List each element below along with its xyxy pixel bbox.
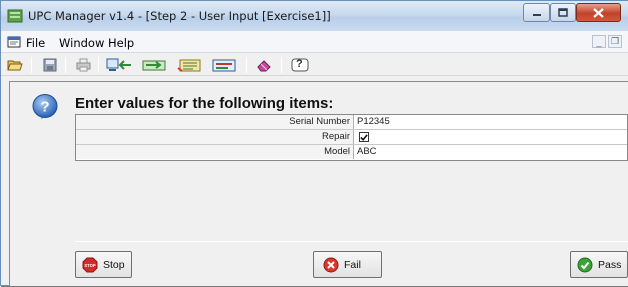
settings-button[interactable] bbox=[209, 56, 239, 74]
toolbar-separator bbox=[31, 57, 32, 73]
stop-icon: STOP bbox=[82, 257, 98, 272]
pass-icon bbox=[577, 257, 593, 272]
mdi-minimize-button[interactable]: _ bbox=[592, 35, 606, 48]
grid-row-repair: Repair bbox=[76, 130, 627, 145]
grid-row-model: Model ABC bbox=[76, 145, 627, 160]
question-icon: ? bbox=[32, 94, 58, 119]
checkmark-icon bbox=[360, 133, 368, 141]
repair-checkbox[interactable] bbox=[359, 132, 369, 142]
help-button-glyph: ? bbox=[296, 58, 303, 70]
window-title: UPC Manager v1.4 - [Step 2 - User Input … bbox=[28, 9, 331, 23]
minimize-button[interactable] bbox=[523, 3, 550, 22]
maximize-icon bbox=[558, 8, 568, 17]
toolbar-separator bbox=[281, 57, 282, 73]
help-button[interactable]: ? bbox=[289, 56, 311, 74]
toolbar: ? bbox=[1, 54, 628, 76]
field-label: Model bbox=[76, 145, 354, 159]
open-folder-icon bbox=[7, 60, 23, 71]
field-label: Serial Number bbox=[76, 115, 354, 129]
stop-button-label: Stop bbox=[103, 258, 125, 271]
toolbar-separator bbox=[65, 57, 66, 73]
open-folder-button[interactable] bbox=[4, 56, 26, 74]
fail-icon bbox=[323, 257, 339, 272]
model-field[interactable]: ABC bbox=[357, 145, 377, 159]
list-button[interactable] bbox=[175, 56, 205, 74]
export-button[interactable] bbox=[139, 56, 169, 74]
import-button[interactable] bbox=[105, 56, 135, 74]
fail-button[interactable]: Fail bbox=[313, 251, 382, 278]
toolbar-separator bbox=[246, 57, 247, 73]
menu-window[interactable]: Window bbox=[59, 36, 104, 50]
eraser-icon bbox=[257, 60, 271, 72]
title-bar[interactable]: UPC Manager v1.4 - [Step 2 - User Input … bbox=[1, 1, 628, 31]
import-icon bbox=[106, 58, 131, 71]
fail-button-label: Fail bbox=[344, 258, 361, 271]
grid-row-serial-number: Serial Number P12345 bbox=[76, 115, 627, 130]
app-window: UPC Manager v1.4 - [Step 2 - User Input … bbox=[0, 0, 628, 287]
serial-number-field[interactable]: P12345 bbox=[357, 115, 390, 129]
svg-text:?: ? bbox=[40, 99, 49, 116]
app-icon bbox=[7, 9, 23, 23]
prompt-heading: Enter values for the following items: bbox=[75, 95, 334, 112]
pass-button[interactable]: Pass bbox=[570, 251, 628, 278]
maximize-button[interactable] bbox=[550, 3, 576, 22]
input-grid: Serial Number P12345 Repair Model ABC bbox=[75, 114, 628, 161]
mdi-restore-button[interactable]: ❐ bbox=[608, 35, 622, 48]
divider bbox=[75, 241, 628, 242]
print-icon bbox=[76, 58, 90, 72]
list-icon bbox=[177, 59, 201, 72]
field-label: Repair bbox=[76, 130, 354, 144]
pass-button-label: Pass bbox=[598, 258, 622, 271]
toolbar-separator bbox=[98, 57, 99, 73]
save-button[interactable] bbox=[39, 56, 61, 74]
menu-help[interactable]: Help bbox=[108, 36, 134, 50]
save-icon bbox=[43, 58, 57, 72]
menu-file[interactable]: File bbox=[26, 36, 45, 50]
close-button[interactable] bbox=[576, 3, 621, 22]
settings-icon bbox=[212, 59, 236, 71]
stop-icon-text: STOP bbox=[84, 263, 96, 268]
menu-bar: File Window Help _ ❐ bbox=[1, 31, 628, 53]
erase-button[interactable] bbox=[253, 56, 275, 74]
export-icon bbox=[142, 60, 166, 70]
document-icon[interactable] bbox=[6, 34, 22, 50]
stop-button[interactable]: STOP Stop bbox=[75, 251, 132, 278]
print-button[interactable] bbox=[72, 56, 94, 74]
close-icon bbox=[593, 7, 604, 18]
minimize-icon bbox=[532, 13, 541, 16]
